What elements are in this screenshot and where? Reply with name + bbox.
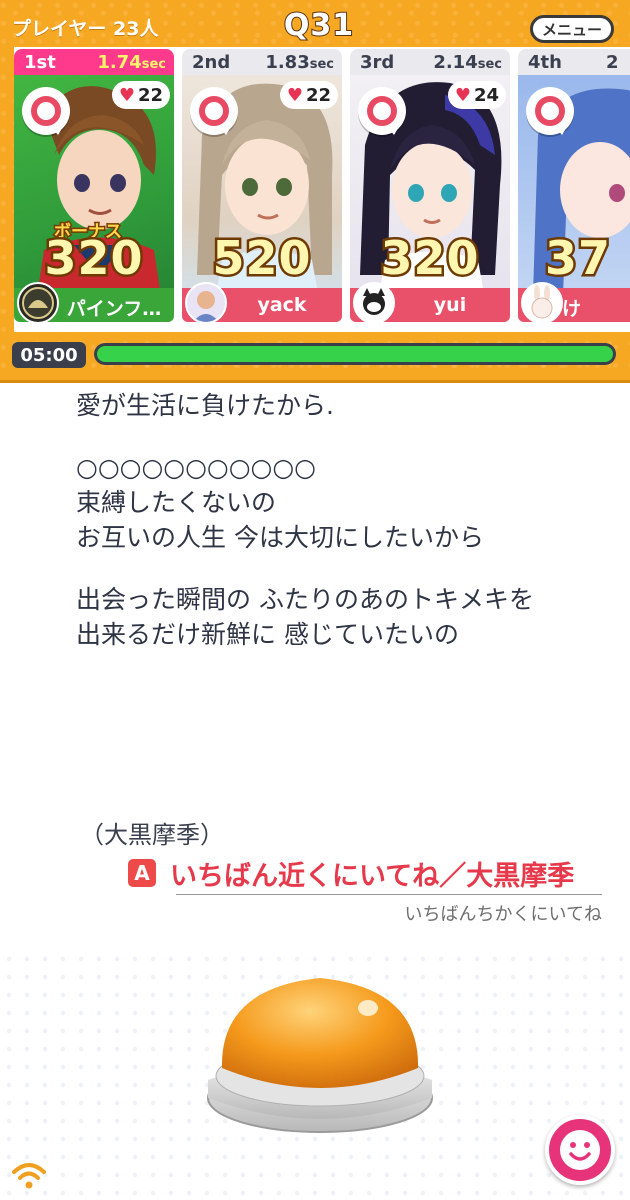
name-bar: パインフ… (14, 282, 174, 324)
player-cards: 1st 1.74sec ♥ 22 ボーナス 320 パインフ… 2nd 1.83… (14, 47, 630, 332)
buzzer-button[interactable] (200, 968, 440, 1138)
heart-icon: ♥ (454, 84, 472, 106)
score: 320 (378, 229, 481, 288)
avatar (521, 282, 563, 324)
countdown-timer: 05:00 (12, 342, 86, 368)
hearts-badge: ♥ 24 (448, 81, 506, 109)
answer-title: いちばん近くにいてね／大黒摩季 (170, 860, 575, 892)
hearts-badge: ♥ 22 (112, 81, 170, 109)
score: 320 (42, 229, 145, 288)
lyric-line: 出来るだけ新鮮に 感じていたいの (76, 620, 459, 649)
time-progress-fill (97, 346, 613, 362)
lyric-line: ○○○○○○○○○○○ (76, 453, 316, 482)
player-name: け (562, 298, 582, 320)
answer-time: 2 (606, 52, 619, 73)
card-header: 1st 1.74sec (14, 49, 174, 75)
player-name: yack (257, 294, 307, 316)
player-card-4[interactable]: 4th 2 37 け (518, 47, 630, 324)
lyric-line (76, 423, 606, 450)
avatar (17, 282, 59, 324)
correct-mark-icon (190, 87, 238, 135)
lyric-line: 出会った瞬間の ふたりのあのトキメキを (76, 585, 534, 614)
lyric-line: 束縛したくないの (76, 488, 277, 517)
emote-button[interactable] (545, 1115, 615, 1185)
correct-mark-icon (358, 87, 406, 135)
answer-time: 2.14sec (433, 52, 502, 73)
player-count: プレイヤー 23人 (12, 18, 159, 40)
card-header: 4th 2 (518, 49, 630, 75)
smile-icon (560, 1130, 600, 1170)
rank-label: 4th (528, 52, 562, 73)
name-bar: yack (182, 282, 342, 324)
name-bar: け (518, 282, 630, 324)
avatar (185, 282, 227, 324)
time-progress-bar (94, 343, 616, 365)
wifi-icon (12, 1163, 46, 1189)
score: 520 (210, 229, 313, 288)
lyric-line: 愛が生活に負けたから. (76, 391, 334, 420)
correct-mark-icon (526, 87, 574, 135)
answer-time: 1.74sec (97, 52, 166, 73)
player-card-2[interactable]: 2nd 1.83sec ♥ 22 520 yack (182, 47, 342, 324)
answer-badge: A (128, 859, 156, 887)
lyrics-panel: 愛が生活に負けたから. ○○○○○○○○○○○ 束縛したくないのお互いの人生 今は大… (76, 388, 606, 652)
player-card-1[interactable]: 1st 1.74sec ♥ 22 ボーナス 320 パインフ… (14, 47, 174, 324)
player-name: パインフ… (66, 298, 162, 320)
lyric-line: お互いの人生 今は大切にしたいから (76, 523, 484, 552)
rank-label: 3rd (360, 52, 395, 73)
lyric-line (76, 555, 606, 582)
artist-credit: （大黒摩季） (80, 821, 224, 849)
card-header: 3rd 2.14sec (350, 49, 510, 75)
score: 37 (542, 229, 612, 288)
top-panel: プレイヤー 23人 Q31 メニュー 1st 1.74sec ♥ 22 ボーナス… (0, 0, 630, 383)
rank-label: 1st (24, 52, 56, 73)
correct-mark-icon (22, 87, 70, 135)
answer-time: 1.83sec (265, 52, 334, 73)
question-number: Q31 (283, 7, 355, 44)
name-bar: yui (350, 282, 510, 324)
answer-divider (176, 894, 602, 895)
hearts-badge: ♥ 22 (280, 81, 338, 109)
avatar (353, 282, 395, 324)
answer-row: A いちばん近くにいてね／大黒摩季 (128, 855, 575, 892)
heart-icon: ♥ (118, 84, 136, 106)
menu-button[interactable]: メニュー (530, 15, 614, 43)
player-card-3[interactable]: 3rd 2.14sec ♥ 24 320 yui (350, 47, 510, 324)
player-name: yui (433, 294, 467, 316)
answer-reading: いちばんちかくにいてね (404, 904, 602, 925)
rank-label: 2nd (192, 52, 231, 73)
heart-icon: ♥ (286, 84, 304, 106)
card-header: 2nd 1.83sec (182, 49, 342, 75)
